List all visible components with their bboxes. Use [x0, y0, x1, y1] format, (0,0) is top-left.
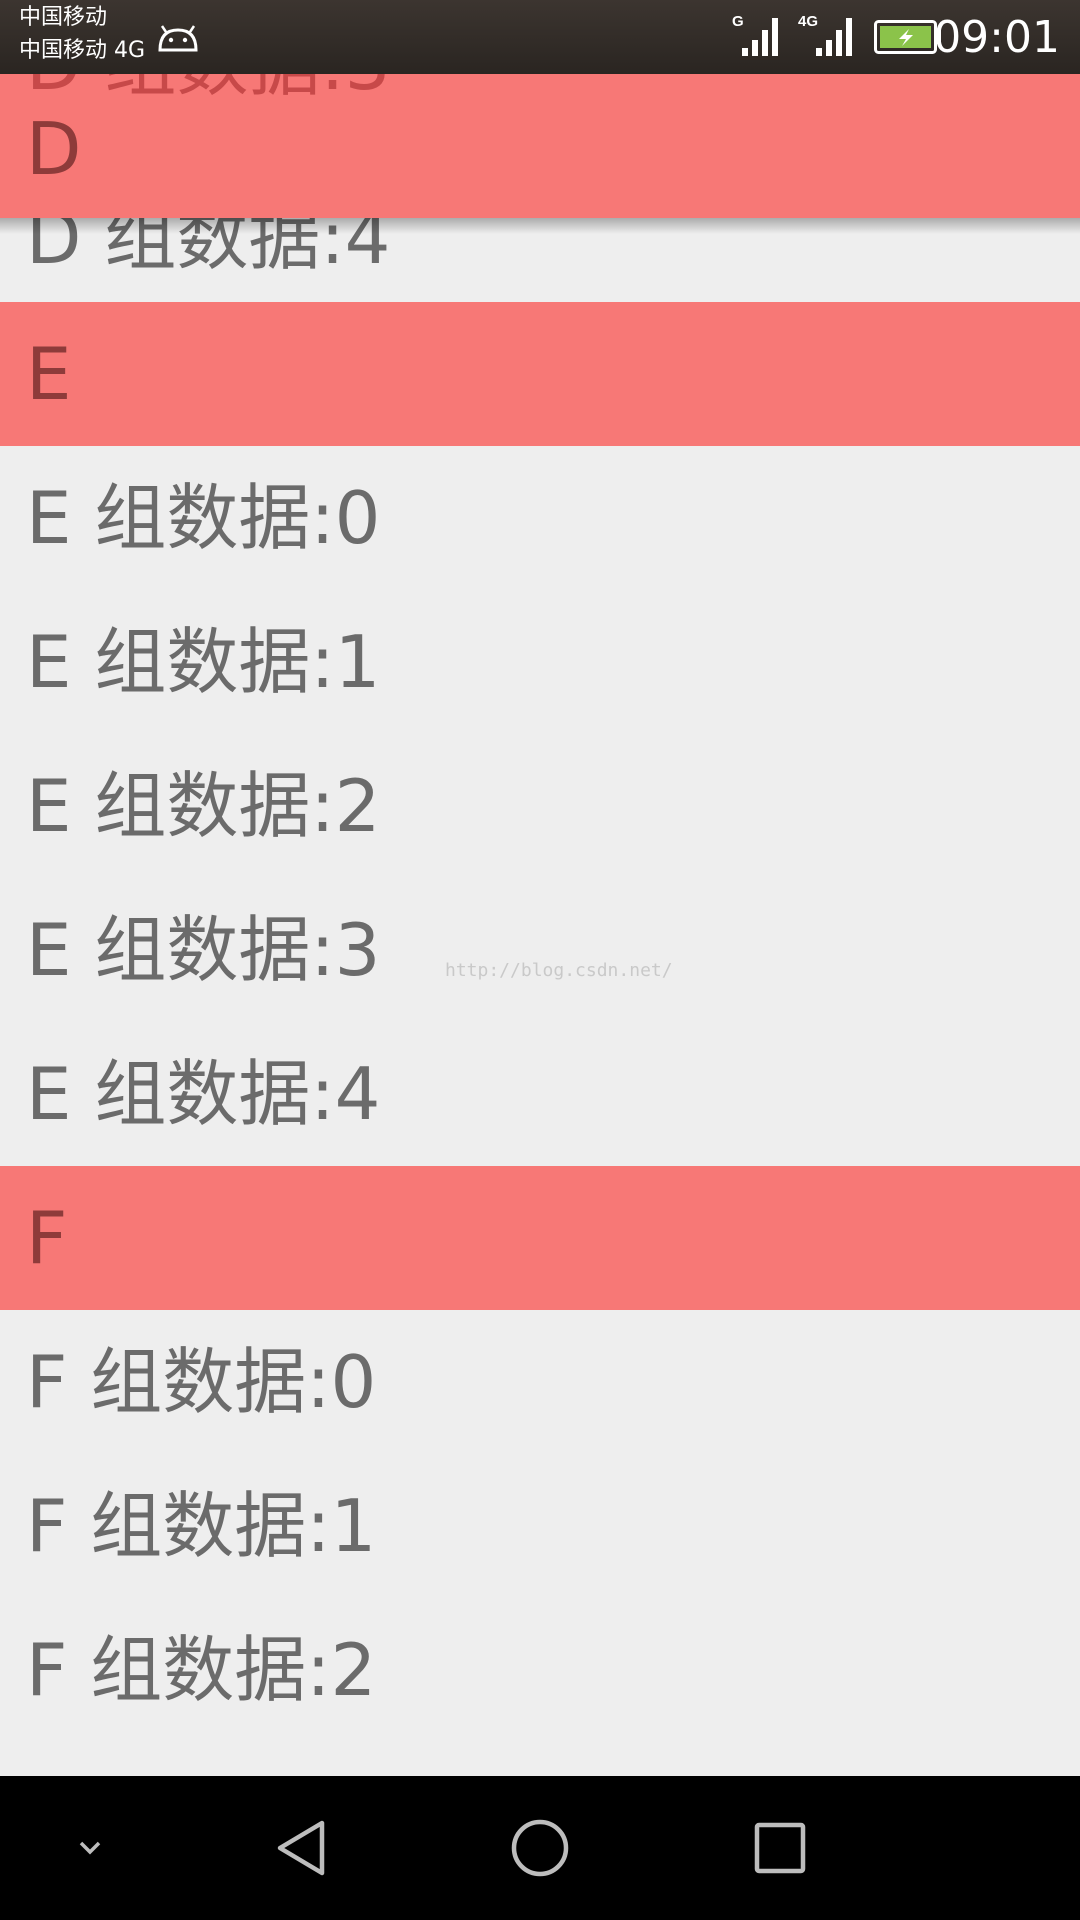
- list-item-label: E 组数据:2: [26, 764, 381, 848]
- home-button[interactable]: [470, 1776, 610, 1920]
- chevron-down-icon: [79, 1841, 101, 1855]
- back-triangle-icon: [277, 1820, 325, 1876]
- signal-2-label: 4G: [798, 13, 818, 30]
- battery-charging-icon: [874, 20, 942, 58]
- back-button[interactable]: [232, 1776, 372, 1920]
- list-item[interactable]: F 组数据:1: [0, 1454, 1080, 1598]
- watermark: http://blog.csdn.net/: [445, 960, 673, 981]
- list-item-label: F 组数据:1: [26, 1484, 377, 1568]
- list-item[interactable]: F 组数据:2: [0, 1598, 1080, 1742]
- recent-apps-button[interactable]: [710, 1776, 850, 1920]
- list-item[interactable]: F 组数据:0: [0, 1310, 1080, 1454]
- list-item-label: E 组数据:3: [26, 908, 381, 992]
- status-clock: 09:01: [933, 12, 1060, 63]
- navigation-bar: [0, 1776, 1080, 1920]
- section-header-e: E: [0, 302, 1080, 446]
- list-item-label: E 组数据:0: [26, 476, 381, 560]
- sticky-header-shadow: [0, 218, 1080, 234]
- recent-square-icon: [754, 1822, 806, 1874]
- list-item-label: E 组数据:4: [26, 1052, 381, 1136]
- section-header-label: F: [26, 1196, 68, 1280]
- grouped-list[interactable]: D 组数据:4 E E 组数据:0 E 组数据:1 E 组数据:2 E 组数据:…: [0, 0, 1080, 1776]
- list-item[interactable]: E 组数据:3: [0, 878, 1080, 1022]
- list-item[interactable]: E 组数据:1: [0, 590, 1080, 734]
- sticky-section-header: D 组数据:3 D: [0, 22, 1080, 218]
- section-header-label: E: [26, 332, 72, 416]
- sticky-section-letter: D: [26, 107, 82, 191]
- android-debug-icon: [156, 24, 200, 56]
- list-item-label: E 组数据:1: [26, 620, 381, 704]
- signal-strength-icon: 4G: [798, 12, 860, 62]
- carrier-label-1: 中国移动: [19, 5, 108, 30]
- section-header-f: F: [0, 1166, 1080, 1310]
- signal-1-label: G: [732, 13, 744, 30]
- home-circle-icon: [511, 1819, 569, 1877]
- list-item-label: F 组数据:0: [26, 1340, 377, 1424]
- status-bar: 中国移动 中国移动 4G G 4G 09:01: [0, 0, 1080, 74]
- screen: 中国移动 中国移动 4G G 4G 09:01 D 组数据:4 E E 组数据:…: [0, 0, 1080, 1920]
- list-item[interactable]: E 组数据:0: [0, 446, 1080, 590]
- carrier-label-2: 中国移动 4G: [19, 38, 146, 63]
- signal-strength-icon: G: [730, 12, 786, 62]
- hide-navbar-button[interactable]: [20, 1776, 160, 1920]
- list-item[interactable]: E 组数据:4: [0, 1022, 1080, 1166]
- list-item-label: F 组数据:2: [26, 1628, 377, 1712]
- list-item[interactable]: E 组数据:2: [0, 734, 1080, 878]
